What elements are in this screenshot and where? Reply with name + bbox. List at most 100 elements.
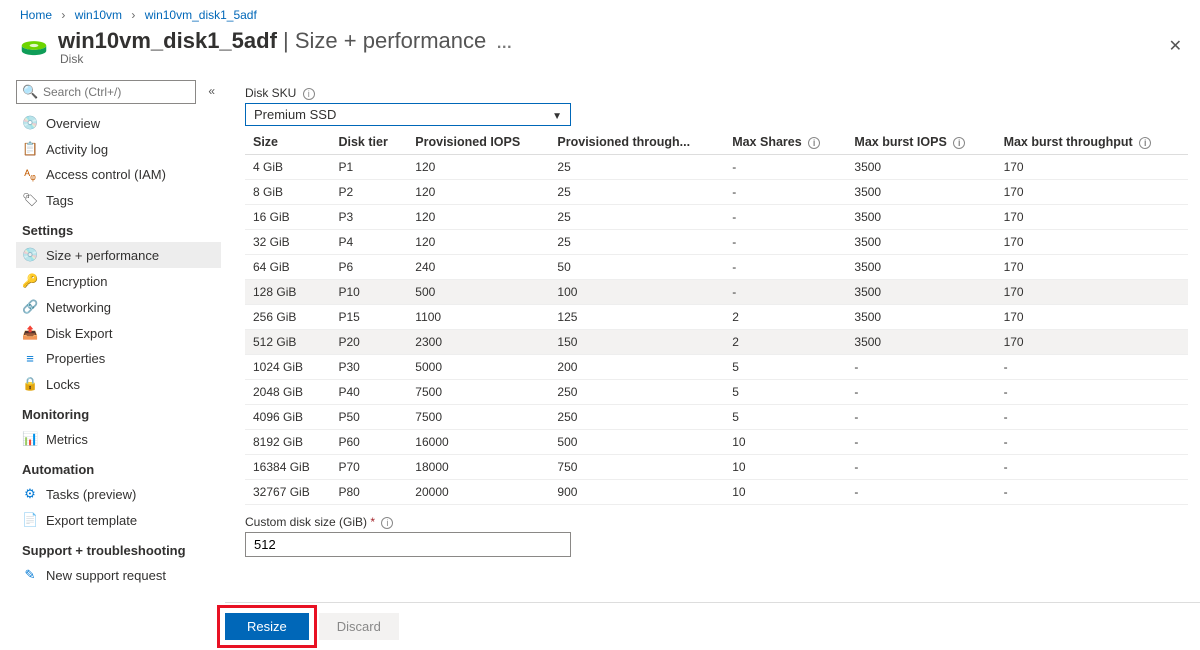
cell-btp: 170 [996,180,1188,205]
info-icon[interactable]: i [303,88,315,100]
cell-size: 16 GiB [245,205,330,230]
newreq-icon: ✎ [22,567,38,583]
sidebar-item-label: Export template [46,513,137,528]
col-max-burst-throughput[interactable]: Max burst throughput i [996,130,1188,155]
properties-icon: ≡ [22,351,38,366]
cell-btp: 170 [996,280,1188,305]
sidebar-item-overview[interactable]: 💿Overview [16,110,221,136]
page-header: win10vm_disk1_5adf | Size + performance…… [0,26,1200,76]
cell-shares: 5 [724,380,846,405]
cell-shares: 10 [724,480,846,505]
col-disk-tier[interactable]: Disk tier [330,130,407,155]
sidebar-item-label: Networking [46,300,111,315]
sidebar-item-encryption[interactable]: 🔑Encryption [16,268,221,294]
info-icon[interactable]: i [1139,137,1151,149]
table-row[interactable]: 4 GiBP112025-3500170 [245,155,1188,180]
table-row[interactable]: 8192 GiBP601600050010-- [245,430,1188,455]
custom-size-input[interactable] [245,532,571,557]
cell-biops: - [846,405,995,430]
sidebar-item-tags[interactable]: 🏷Tags [16,187,221,213]
sidebar-item-tasks-preview-[interactable]: ⚙ Tasks (preview) [16,481,221,507]
sidebar-item-new-support-request[interactable]: ✎New support request [16,562,221,588]
cell-tier: P2 [330,180,407,205]
disk-icon: 💿 [22,115,38,131]
cell-biops: - [846,430,995,455]
col-provisioned-through-[interactable]: Provisioned through... [549,130,724,155]
col-size[interactable]: Size [245,130,330,155]
cell-iops: 120 [407,180,549,205]
cell-shares: 2 [724,330,846,355]
breadcrumb-disk[interactable]: win10vm_disk1_5adf [145,8,257,22]
cell-btp: 170 [996,205,1188,230]
more-icon[interactable]: … [486,35,514,52]
breadcrumb-home[interactable]: Home [20,8,52,22]
cell-tier: P40 [330,380,407,405]
sku-dropdown[interactable]: Premium SSD [245,103,571,126]
nav-heading-settings: Settings [16,213,221,242]
size-table: SizeDisk tierProvisioned IOPSProvisioned… [245,130,1188,505]
cell-iops: 1100 [407,305,549,330]
table-row[interactable]: 16384 GiBP701800075010-- [245,455,1188,480]
activity-icon: 📋 [22,141,38,157]
cell-shares: - [724,180,846,205]
table-row[interactable]: 32767 GiBP802000090010-- [245,480,1188,505]
template-icon: 📄 [22,512,38,528]
col-provisioned-iops[interactable]: Provisioned IOPS [407,130,549,155]
iam-icon: ᴬᵩ [22,167,38,182]
sidebar-item-export-template[interactable]: 📄 Export template [16,507,221,533]
table-row[interactable]: 32 GiBP412025-3500170 [245,230,1188,255]
table-row[interactable]: 1024 GiBP3050002005-- [245,355,1188,380]
table-row[interactable]: 16 GiBP312025-3500170 [245,205,1188,230]
col-max-shares[interactable]: Max Shares i [724,130,846,155]
sidebar-item-label: Activity log [46,142,108,157]
resize-button[interactable]: Resize [225,613,309,640]
cell-shares: 2 [724,305,846,330]
sidebar-item-label: Properties [46,351,105,366]
cell-iops: 500 [407,280,549,305]
cell-iops: 240 [407,255,549,280]
sku-label: Disk SKU i [245,86,1188,100]
cell-tp: 250 [549,405,724,430]
discard-button[interactable]: Discard [319,613,399,640]
table-row[interactable]: 8 GiBP212025-3500170 [245,180,1188,205]
sidebar-item-activity-log[interactable]: 📋 Activity log [16,136,221,162]
cell-size: 512 GiB [245,330,330,355]
cell-iops: 7500 [407,405,549,430]
cell-size: 8 GiB [245,180,330,205]
table-row[interactable]: 128 GiBP10500100-3500170 [245,280,1188,305]
sidebar-item-disk-export[interactable]: 📤Disk Export [16,320,221,346]
cell-tp: 25 [549,230,724,255]
col-max-burst-iops[interactable]: Max burst IOPS i [846,130,995,155]
table-row[interactable]: 2048 GiBP4075002505-- [245,380,1188,405]
info-icon[interactable]: i [953,137,965,149]
info-icon[interactable]: i [808,137,820,149]
cell-tier: P4 [330,230,407,255]
sidebar-item-size-performance[interactable]: 💿Size + performance [16,242,221,268]
table-row[interactable]: 512 GiBP20230015023500170 [245,330,1188,355]
sidebar-item-networking[interactable]: 🔗Networking [16,294,221,320]
cell-tier: P20 [330,330,407,355]
tasks-icon: ⚙ [22,486,38,502]
sidebar-item-metrics[interactable]: 📊Metrics [16,426,221,452]
nav-heading-automation: Automation [16,452,221,481]
close-icon[interactable]: ✕ [1169,36,1182,56]
sidebar-item-properties[interactable]: ≡ Properties [16,346,221,371]
cell-btp: 170 [996,155,1188,180]
cell-size: 256 GiB [245,305,330,330]
breadcrumb-vm[interactable]: win10vm [75,8,122,22]
collapse-icon[interactable]: « [208,84,215,98]
sidebar-item-access-control-iam-[interactable]: ᴬᵩAccess control (IAM) [16,162,221,187]
cell-size: 32 GiB [245,230,330,255]
table-row[interactable]: 64 GiBP624050-3500170 [245,255,1188,280]
search-input[interactable] [16,80,196,104]
cell-iops: 20000 [407,480,549,505]
sidebar-item-locks[interactable]: 🔒Locks [16,371,221,397]
cell-tp: 900 [549,480,724,505]
sidebar-item-label: Tasks (preview) [46,487,136,502]
table-row[interactable]: 4096 GiBP5075002505-- [245,405,1188,430]
chevron-right-icon: › [55,8,71,22]
table-row[interactable]: 256 GiBP15110012523500170 [245,305,1188,330]
info-icon[interactable]: i [381,517,393,529]
cell-tp: 50 [549,255,724,280]
cell-biops: 3500 [846,255,995,280]
